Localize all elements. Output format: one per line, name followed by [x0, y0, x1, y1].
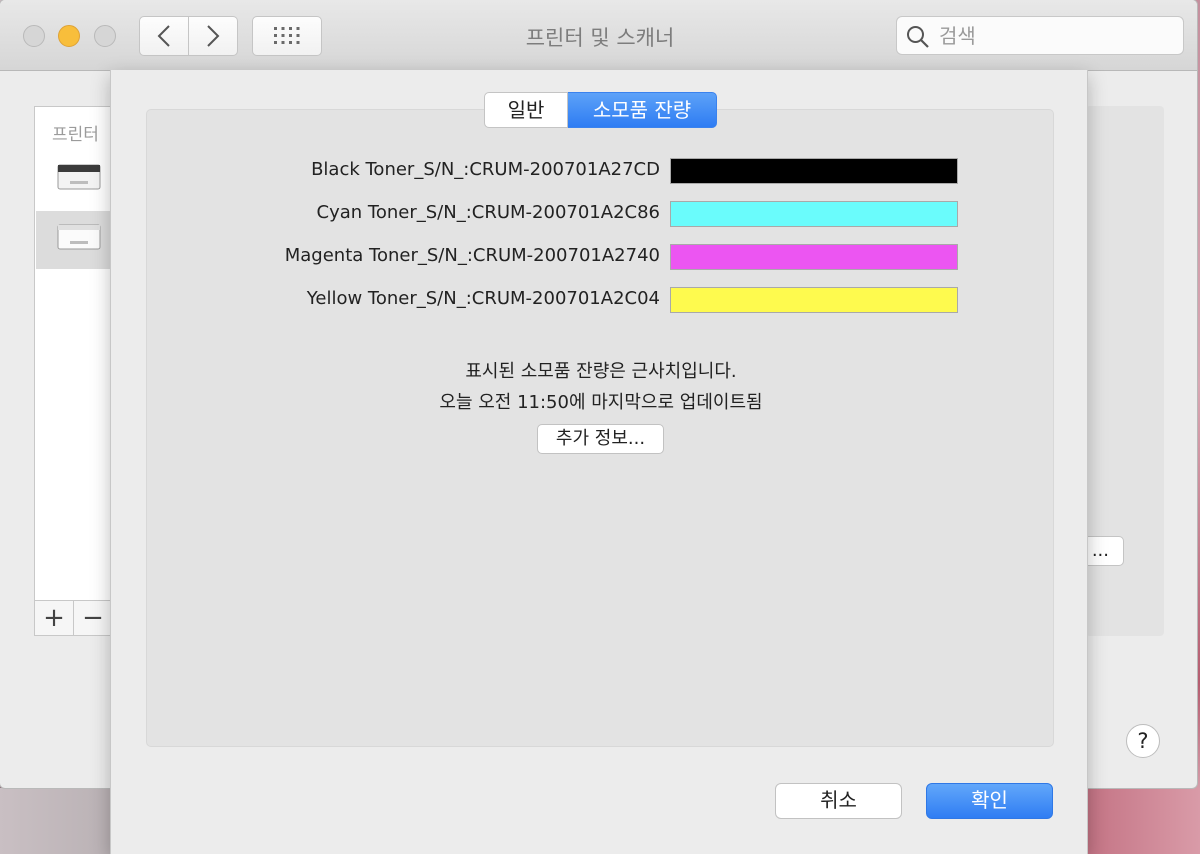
remove-printer-button[interactable]: − — [74, 601, 112, 635]
supply-levels-panel: Black Toner_S/N_:CRUM-200701A27CD Cyan T… — [146, 109, 1054, 747]
printer-icon — [57, 164, 101, 190]
toner-level-bar — [670, 244, 958, 270]
toner-level-bar — [670, 201, 958, 227]
show-all-button[interactable] — [252, 16, 322, 56]
printer-list-item-selected[interactable] — [36, 211, 113, 269]
tab-general[interactable]: 일반 — [484, 92, 568, 128]
toner-level-bar — [670, 158, 958, 184]
forward-chevron-icon — [207, 25, 220, 47]
back-chevron-icon — [157, 25, 170, 47]
zoom-window-button[interactable] — [94, 25, 116, 47]
back-button[interactable] — [139, 16, 189, 56]
toner-label: Cyan Toner_S/N_:CRUM-200701A2C86 — [316, 202, 660, 223]
search-field[interactable] — [896, 16, 1184, 55]
cancel-button[interactable]: 취소 — [775, 783, 902, 819]
toner-level-fill — [671, 245, 957, 269]
forward-button[interactable] — [189, 16, 238, 56]
toner-label: Yellow Toner_S/N_:CRUM-200701A2C04 — [306, 288, 660, 309]
printer-icon — [57, 224, 101, 250]
printer-list-controls: + − — [34, 600, 114, 636]
title-bar: 프린터 및 스캐너 — [0, 0, 1197, 71]
printer-list-header: 프린터 — [52, 125, 99, 145]
tab-bar: 일반 소모품 잔량 — [484, 92, 717, 128]
grid-icon — [274, 27, 300, 44]
toner-level-fill — [671, 159, 957, 183]
printer-info-sheet: Black Toner_S/N_:CRUM-200701A27CD Cyan T… — [110, 70, 1088, 854]
tab-supply-levels[interactable]: 소모품 잔량 — [568, 92, 717, 128]
search-input[interactable] — [937, 23, 1171, 49]
toner-row: Magenta Toner_S/N_:CRUM-200701A2740 — [147, 244, 1055, 270]
help-button[interactable]: ? — [1126, 724, 1160, 758]
toner-label: Magenta Toner_S/N_:CRUM-200701A2740 — [284, 245, 660, 266]
toner-row: Cyan Toner_S/N_:CRUM-200701A2C86 — [147, 201, 1055, 227]
toner-level-fill — [671, 202, 957, 226]
more-info-button[interactable]: 추가 정보... — [537, 424, 664, 454]
approximate-levels-note: 표시된 소모품 잔량은 근사치입니다. — [465, 361, 737, 382]
toner-level-bar — [670, 287, 958, 313]
add-printer-button[interactable]: + — [35, 601, 74, 635]
toner-row: Black Toner_S/N_:CRUM-200701A27CD — [147, 158, 1055, 184]
toner-level-fill — [671, 288, 957, 312]
toner-label: Black Toner_S/N_:CRUM-200701A27CD — [311, 159, 660, 180]
toner-row: Yellow Toner_S/N_:CRUM-200701A2C04 — [147, 287, 1055, 313]
search-icon — [907, 26, 929, 48]
close-window-button[interactable] — [23, 25, 45, 47]
printer-list[interactable]: 프린터 — [34, 106, 114, 636]
last-updated-note: 오늘 오전 11:50에 마지막으로 업데이트됨 — [439, 392, 763, 413]
printer-list-item[interactable] — [36, 151, 113, 209]
ok-button[interactable]: 확인 — [926, 783, 1053, 819]
window-title: 프린터 및 스캐너 — [525, 26, 675, 50]
minimize-window-button[interactable] — [58, 25, 80, 47]
